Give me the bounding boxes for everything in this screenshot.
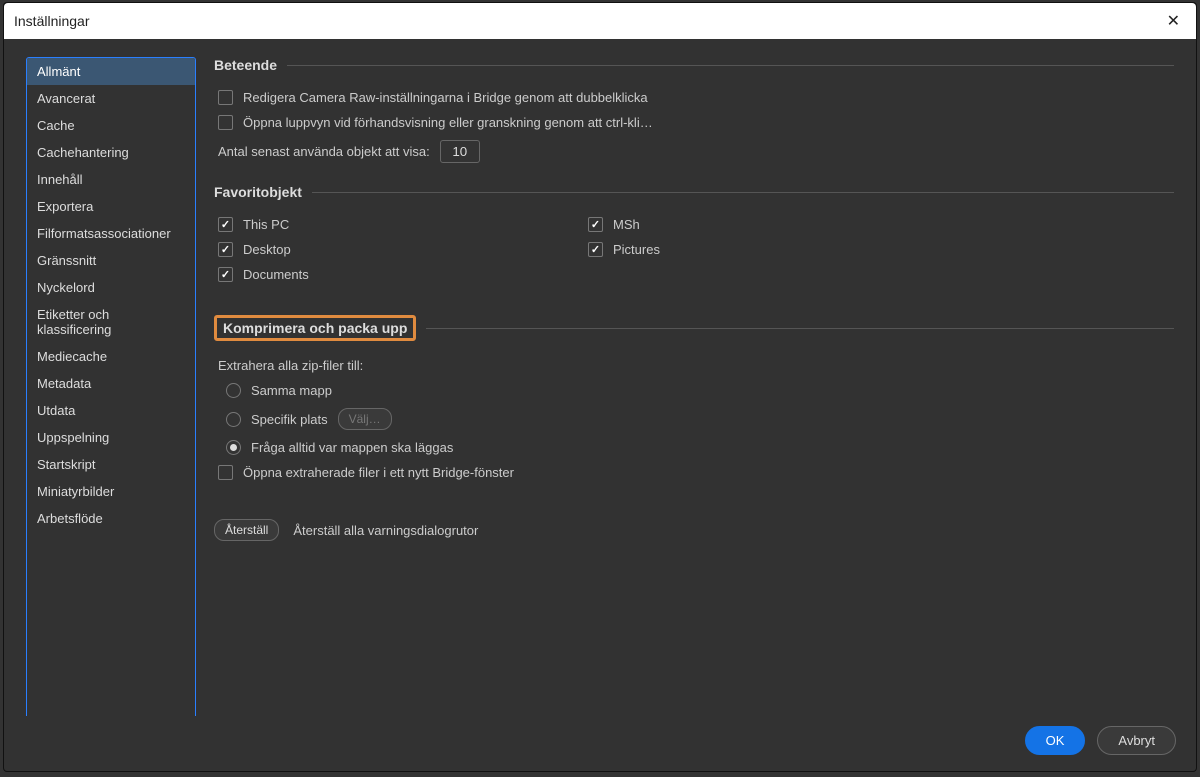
label-extract-to: Extrahera alla zip-filer till: bbox=[218, 358, 363, 373]
radio-specific[interactable] bbox=[226, 412, 241, 427]
label-same-folder: Samma mapp bbox=[251, 383, 332, 398]
fav-documents[interactable]: Documents bbox=[214, 262, 574, 287]
divider bbox=[312, 192, 1174, 193]
checkbox-edit-camera-raw[interactable] bbox=[218, 90, 233, 105]
highlight-compress-title: Komprimera och packa upp bbox=[214, 315, 416, 341]
fav-desktop[interactable]: Desktop bbox=[214, 237, 574, 262]
sidebar-item-miniatyrbilder[interactable]: Miniatyrbilder bbox=[27, 478, 195, 505]
sidebar-item-granssnitt[interactable]: Gränssnitt bbox=[27, 247, 195, 274]
checkbox-msh[interactable] bbox=[588, 217, 603, 232]
sidebar-item-mediecache[interactable]: Mediecache bbox=[27, 343, 195, 370]
reset-button[interactable]: Återställ bbox=[214, 519, 279, 541]
sidebar-item-startskript[interactable]: Startskript bbox=[27, 451, 195, 478]
sidebar-item-arbetsflode[interactable]: Arbetsflöde bbox=[27, 505, 195, 532]
fav-this-pc[interactable]: This PC bbox=[214, 212, 574, 237]
dialog-body: Allmänt Avancerat Cache Cachehantering I… bbox=[4, 39, 1196, 716]
divider bbox=[426, 328, 1174, 329]
sidebar-item-utdata[interactable]: Utdata bbox=[27, 397, 195, 424]
section-compress-header: Komprimera och packa upp bbox=[214, 315, 1174, 341]
dialog-title: Inställningar bbox=[14, 13, 90, 29]
fav-pictures[interactable]: Pictures bbox=[584, 237, 1174, 262]
section-compress-title: Komprimera och packa upp bbox=[223, 320, 407, 336]
label-open-loupe: Öppna luppvyn vid förhandsvisning eller … bbox=[243, 115, 653, 130]
titlebar: Inställningar ✕ bbox=[4, 3, 1196, 39]
row-open-loupe[interactable]: Öppna luppvyn vid förhandsvisning eller … bbox=[214, 110, 1174, 135]
label-edit-camera-raw: Redigera Camera Raw-inställningarna i Br… bbox=[243, 90, 648, 105]
row-edit-camera-raw[interactable]: Redigera Camera Raw-inställningarna i Br… bbox=[214, 85, 1174, 110]
main-panel: Beteende Redigera Camera Raw-inställning… bbox=[214, 57, 1186, 716]
label-open-extracted: Öppna extraherade filer i ett nytt Bridg… bbox=[243, 465, 514, 480]
row-recent-count: Antal senast använda objekt att visa: bbox=[214, 135, 1174, 168]
label-recent-count: Antal senast använda objekt att visa: bbox=[218, 144, 430, 159]
reset-label: Återställ alla varningsdialogrutor bbox=[293, 523, 478, 538]
sidebar-item-cachehantering[interactable]: Cachehantering bbox=[27, 139, 195, 166]
label-documents: Documents bbox=[243, 267, 309, 282]
close-icon[interactable]: ✕ bbox=[1161, 9, 1186, 33]
section-favorites-title: Favoritobjekt bbox=[214, 184, 302, 200]
row-opt-specific[interactable]: Specifik plats Välj… bbox=[222, 403, 1174, 435]
fav-msh[interactable]: MSh bbox=[584, 212, 1174, 237]
recent-count-input[interactable] bbox=[440, 140, 480, 163]
sidebar-item-metadata[interactable]: Metadata bbox=[27, 370, 195, 397]
sidebar-item-exportera[interactable]: Exportera bbox=[27, 193, 195, 220]
sidebar-item-avancerat[interactable]: Avancerat bbox=[27, 85, 195, 112]
checkbox-documents[interactable] bbox=[218, 267, 233, 282]
favorites-grid: This PC Desktop Documents MSh bbox=[214, 212, 1174, 287]
checkbox-open-extracted[interactable] bbox=[218, 465, 233, 480]
checkbox-open-loupe[interactable] bbox=[218, 115, 233, 130]
sidebar-item-allmant[interactable]: Allmänt bbox=[27, 58, 195, 85]
label-desktop: Desktop bbox=[243, 242, 291, 257]
checkbox-pictures[interactable] bbox=[588, 242, 603, 257]
row-opt-same[interactable]: Samma mapp bbox=[222, 378, 1174, 403]
section-behavior-header: Beteende bbox=[214, 57, 1174, 73]
preferences-dialog: Inställningar ✕ Allmänt Avancerat Cache … bbox=[3, 2, 1197, 772]
sidebar-item-nyckelord[interactable]: Nyckelord bbox=[27, 274, 195, 301]
checkbox-desktop[interactable] bbox=[218, 242, 233, 257]
sidebar-item-cache[interactable]: Cache bbox=[27, 112, 195, 139]
label-this-pc: This PC bbox=[243, 217, 289, 232]
sidebar: Allmänt Avancerat Cache Cachehantering I… bbox=[26, 57, 196, 716]
label-specific: Specifik plats bbox=[251, 412, 328, 427]
sidebar-item-etiketter[interactable]: Etiketter och klassificering bbox=[27, 301, 195, 343]
reset-row: Återställ Återställ alla varningsdialogr… bbox=[214, 519, 1174, 541]
choose-folder-button[interactable]: Välj… bbox=[338, 408, 392, 430]
sidebar-item-innehall[interactable]: Innehåll bbox=[27, 166, 195, 193]
label-msh: MSh bbox=[613, 217, 640, 232]
row-extract-label: Extrahera alla zip-filer till: bbox=[214, 353, 1174, 378]
row-opt-ask[interactable]: Fråga alltid var mappen ska läggas bbox=[222, 435, 1174, 460]
radio-ask[interactable] bbox=[226, 440, 241, 455]
section-behavior-title: Beteende bbox=[214, 57, 277, 73]
row-open-extracted[interactable]: Öppna extraherade filer i ett nytt Bridg… bbox=[214, 460, 1174, 485]
ok-button[interactable]: OK bbox=[1025, 726, 1086, 755]
label-ask: Fråga alltid var mappen ska läggas bbox=[251, 440, 453, 455]
section-favorites-header: Favoritobjekt bbox=[214, 184, 1174, 200]
divider bbox=[287, 65, 1174, 66]
sidebar-item-uppspelning[interactable]: Uppspelning bbox=[27, 424, 195, 451]
label-pictures: Pictures bbox=[613, 242, 660, 257]
radio-same-folder[interactable] bbox=[226, 383, 241, 398]
sidebar-item-filformat[interactable]: Filformatsassociationer bbox=[27, 220, 195, 247]
dialog-footer: OK Avbryt bbox=[4, 716, 1196, 771]
checkbox-this-pc[interactable] bbox=[218, 217, 233, 232]
cancel-button[interactable]: Avbryt bbox=[1097, 726, 1176, 755]
